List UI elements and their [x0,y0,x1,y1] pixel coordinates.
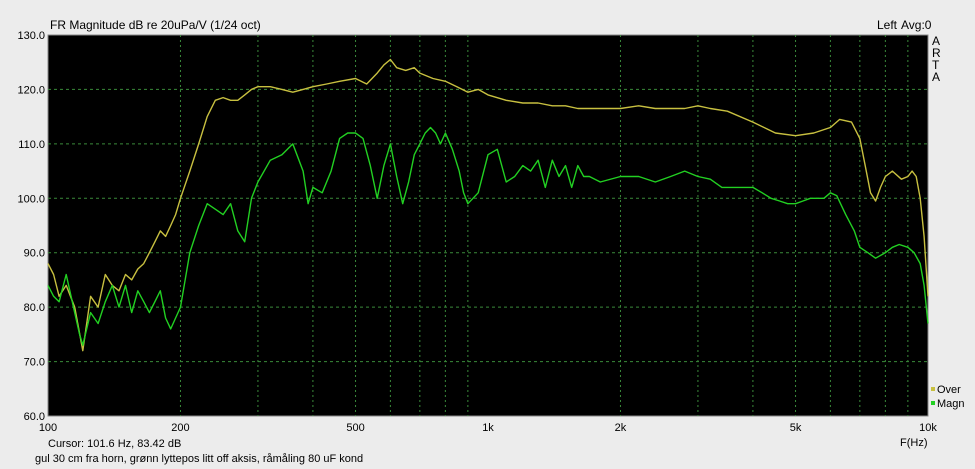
y-tick-label: 90.0 [24,248,45,260]
y-tick-label: 120.0 [17,84,45,96]
x-tick-label: 200 [171,422,189,434]
y-tick-label: 110.0 [18,139,45,151]
brand-logo: A R T A [932,34,941,84]
cursor-readout: Cursor: 101.6 Hz, 83.42 dB [48,438,181,450]
legend-swatch-magn [931,401,935,405]
y-tick-label: 130.0 [17,30,45,42]
avg-label: Avg:0 [901,18,932,32]
note-text: gul 30 cm fra horn, grønn lyttepos litt … [35,453,363,465]
legend-label-magn: Magn [937,398,965,410]
frequency-response-chart: FR Magnitude dB re 20uPa/V (1/24 oct) Le… [17,18,965,465]
x-tick-label: 500 [346,422,364,434]
channel-label: Left [877,18,898,32]
brand-letter: A [932,70,940,84]
legend: Over Magn [931,384,965,410]
chart-title: FR Magnitude dB re 20uPa/V (1/24 oct) [50,18,261,32]
x-tick-label: 100 [39,422,57,434]
y-tick-label: 100.0 [17,193,45,205]
x-tick-label: 1k [482,422,494,434]
x-tick-label: 10k [919,422,937,434]
x-tick-label: 5k [790,422,802,434]
x-axis-label: F(Hz) [900,437,928,449]
y-tick-label: 80.0 [24,302,45,314]
legend-label-over: Over [937,384,961,396]
legend-swatch-over [931,387,935,391]
y-tick-label: 70.0 [24,357,45,369]
x-tick-label: 2k [615,422,627,434]
